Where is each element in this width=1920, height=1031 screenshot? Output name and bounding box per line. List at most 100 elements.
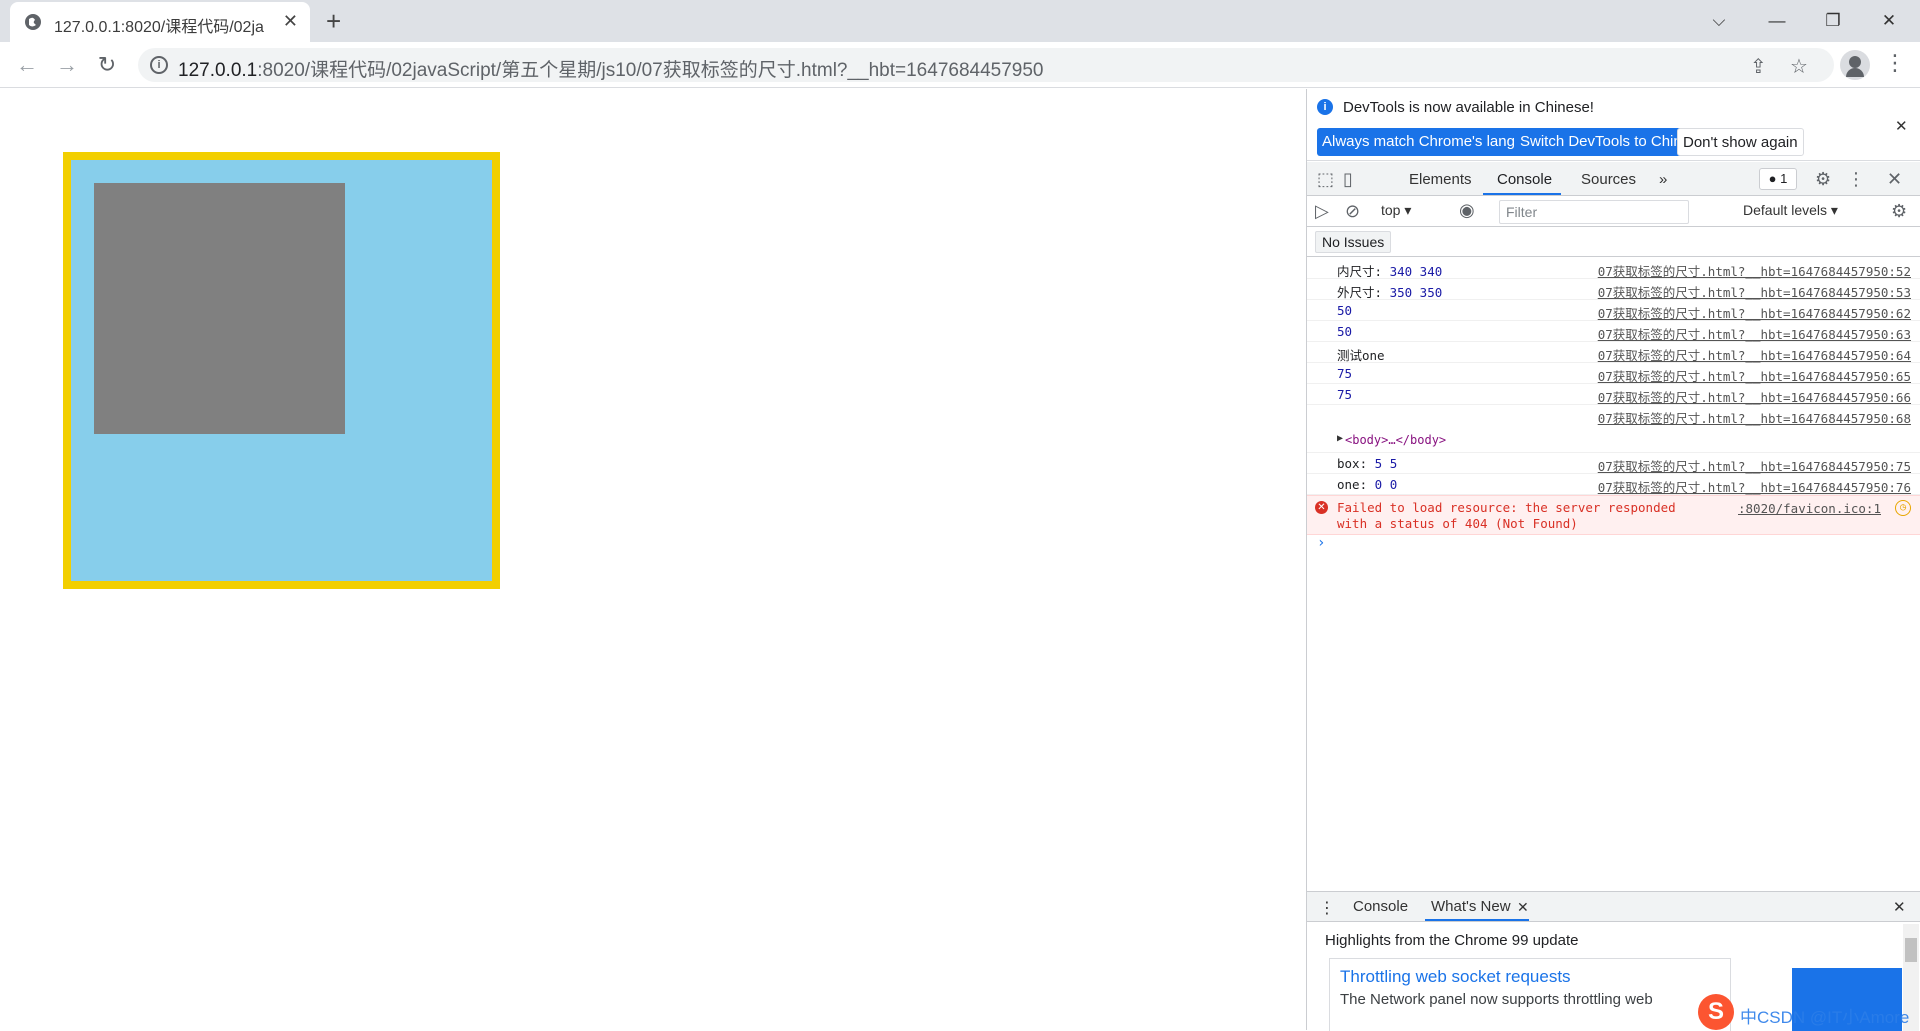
error-source-link[interactable]: :8020/favicon.ico:1 (1738, 501, 1881, 516)
share-icon[interactable]: ⇪ (1750, 54, 1767, 79)
message-value: 0 0 (1374, 477, 1398, 492)
url-host: 127.0.0.1 (178, 60, 258, 81)
scrollbar-thumb[interactable] (1905, 938, 1917, 962)
error-count-badge[interactable]: ● 1 (1759, 168, 1797, 190)
more-tabs-icon[interactable]: » (1659, 171, 1667, 188)
devtools-tabbar: ⬚ ▯ Elements Console Sources » ● 1 ⚙ ⋮ ✕ (1307, 162, 1920, 196)
whats-new-heading: Highlights from the Chrome 99 update (1325, 932, 1579, 949)
tab-elements[interactable]: Elements (1409, 171, 1472, 188)
device-toolbar-icon[interactable]: ▯ (1343, 169, 1353, 190)
message-label: box: (1337, 456, 1375, 471)
message-label: 外尺寸: (1337, 285, 1390, 300)
console-message: 内尺寸: 340 340 07获取标签的尺寸.html?__hbt=164768… (1307, 258, 1920, 279)
message-source-link[interactable]: 07获取标签的尺寸.html?__hbt=1647684457950:68 (1598, 408, 1911, 427)
console-message: 50 07获取标签的尺寸.html?__hbt=1647684457950:63 (1307, 321, 1920, 342)
address-bar[interactable]: i 127.0.0.1:8020/课程代码/02javaScript/第五个星期… (138, 48, 1834, 82)
bookmark-star-icon[interactable]: ☆ (1790, 54, 1808, 79)
console-message: box: 5 5 07获取标签的尺寸.html?__hbt=1647684457… (1307, 453, 1920, 474)
console-message: 外尺寸: 350 350 07获取标签的尺寸.html?__hbt=164768… (1307, 279, 1920, 300)
clear-console-icon[interactable]: ⊘ (1345, 201, 1360, 222)
close-window-button[interactable]: ✕ (1866, 6, 1912, 36)
console-filter-input[interactable]: Filter (1499, 200, 1689, 224)
console-messages: 内尺寸: 340 340 07获取标签的尺寸.html?__hbt=164768… (1307, 258, 1920, 557)
info-icon: i (1317, 99, 1333, 115)
console-message: one: 0 0 07获取标签的尺寸.html?__hbt=1647684457… (1307, 474, 1920, 495)
console-message: 75 07获取标签的尺寸.html?__hbt=1647684457950:65 (1307, 363, 1920, 384)
dont-show-again-button[interactable]: Don't show again (1677, 128, 1804, 156)
drawer-tab-console[interactable]: Console (1353, 898, 1408, 915)
console-sidebar-icon[interactable]: ▷ (1315, 201, 1329, 222)
message-label: 内尺寸: (1337, 264, 1390, 279)
message-source-link[interactable]: 07获取标签的尺寸.html?__hbt=1647684457950:52 (1598, 261, 1911, 280)
profile-avatar-icon[interactable] (1840, 50, 1870, 80)
message-value: 50 (1337, 303, 1353, 318)
news-title-link[interactable]: Throttling web socket requests (1340, 967, 1571, 987)
console-settings-gear-icon[interactable]: ⚙ (1891, 201, 1907, 222)
message-source-link[interactable]: 07获取标签的尺寸.html?__hbt=1647684457950:62 (1598, 303, 1911, 322)
console-dom-node[interactable]: ▶ <body>…</body> (1307, 426, 1920, 453)
site-info-icon[interactable]: i (150, 56, 168, 74)
maximize-button[interactable]: ❐ (1810, 6, 1856, 36)
message-source-link[interactable]: 07获取标签的尺寸.html?__hbt=1647684457950:66 (1598, 387, 1911, 406)
drawer-tab-whats-new[interactable]: What's New (1431, 898, 1511, 915)
message-value: 75 (1337, 387, 1353, 402)
message-source-link[interactable]: 07获取标签的尺寸.html?__hbt=1647684457950:65 (1598, 366, 1911, 385)
message-value: 75 (1337, 366, 1353, 381)
context-selector[interactable]: top ▾ (1381, 202, 1411, 219)
devtools-menu-icon[interactable]: ⋮ (1847, 169, 1865, 190)
error-icon: ✕ (1315, 501, 1328, 514)
console-message: 测试one 07获取标签的尺寸.html?__hbt=1647684457950… (1307, 342, 1920, 363)
infobar-message: DevTools is now available in Chinese! (1343, 99, 1594, 116)
devtools-panel: i DevTools is now available in Chinese! … (1306, 89, 1920, 1031)
whats-new-item[interactable]: Throttling web socket requests The Netwo… (1329, 958, 1731, 1031)
tab-close-icon[interactable]: ✕ (283, 11, 298, 32)
url-text[interactable]: 127.0.0.1:8020/课程代码/02javaScript/第五个星期/j… (178, 55, 1044, 82)
page-viewport (0, 89, 1306, 1030)
forward-arrow-icon[interactable]: → (52, 50, 82, 80)
minimize-button[interactable]: — (1754, 6, 1800, 36)
new-tab-button[interactable]: + (326, 6, 341, 36)
tab-sources[interactable]: Sources (1581, 171, 1636, 188)
insights-icon[interactable]: ◷ (1895, 500, 1911, 516)
live-expression-eye-icon[interactable]: ◉ (1459, 200, 1475, 221)
issues-row: No Issues (1307, 227, 1920, 257)
back-arrow-icon[interactable]: ← (12, 50, 42, 80)
outer-box (63, 152, 500, 589)
message-source-link[interactable]: 07获取标签的尺寸.html?__hbt=1647684457950:64 (1598, 345, 1911, 364)
url-path: :8020/课程代码/02javaScript/第五个星期/js10/07获取标… (257, 60, 1044, 81)
console-message: 75 07获取标签的尺寸.html?__hbt=1647684457950:66 (1307, 384, 1920, 405)
log-levels-dropdown[interactable]: Default levels ▾ (1743, 202, 1838, 219)
tab-title: 127.0.0.1:8020/课程代码/02ja (54, 19, 264, 36)
console-prompt-chevron-icon[interactable]: › (1317, 535, 1325, 551)
drawer-tab-close-icon[interactable]: ✕ (1517, 899, 1529, 916)
console-error-message: ✕ Failed to load resource: the server re… (1307, 495, 1920, 535)
body-node-text[interactable]: <body>…</body> (1345, 433, 1446, 447)
drawer-tabbar: ⋮ Console What's New ✕ ✕ (1307, 892, 1920, 922)
close-devtools-icon[interactable]: ✕ (1887, 169, 1902, 190)
close-drawer-icon[interactable]: ✕ (1893, 898, 1906, 916)
message-source-link[interactable]: 07获取标签的尺寸.html?__hbt=1647684457950:76 (1598, 477, 1911, 496)
no-issues-button[interactable]: No Issues (1315, 231, 1392, 253)
settings-gear-icon[interactable]: ⚙ (1815, 169, 1831, 190)
console-toolbar: ▷ ⊘ top ▾ ◉ Filter Default levels ▾ ⚙ (1307, 197, 1920, 227)
browser-menu-icon[interactable]: ⋮ (1884, 50, 1906, 76)
globe-icon (25, 14, 41, 30)
inspect-element-icon[interactable]: ⬚ (1317, 169, 1334, 190)
drawer-menu-icon[interactable]: ⋮ (1319, 898, 1335, 918)
message-label: one: (1337, 477, 1375, 492)
tab-search-icon[interactable]: ⌵ (1696, 6, 1742, 36)
devtools-language-infobar: i DevTools is now available in Chinese! … (1307, 89, 1920, 161)
console-message: 07获取标签的尺寸.html?__hbt=1647684457950:68 (1307, 405, 1920, 426)
message-source-link[interactable]: 07获取标签的尺寸.html?__hbt=1647684457950:75 (1598, 456, 1911, 475)
message-source-link[interactable]: 07获取标签的尺寸.html?__hbt=1647684457950:53 (1598, 282, 1911, 301)
news-description: The Network panel now supports throttlin… (1340, 991, 1653, 1008)
drawer-active-tab-indicator (1425, 919, 1529, 921)
browser-tab[interactable]: 127.0.0.1:8020/课程代码/02ja ✕ (10, 2, 310, 42)
reload-icon[interactable]: ↻ (92, 50, 122, 80)
message-source-link[interactable]: 07获取标签的尺寸.html?__hbt=1647684457950:63 (1598, 324, 1911, 343)
tab-console[interactable]: Console (1497, 171, 1552, 188)
console-message: 50 07获取标签的尺寸.html?__hbt=1647684457950:62 (1307, 300, 1920, 321)
console-prompt-row[interactable]: › (1307, 535, 1920, 557)
infobar-close-icon[interactable]: ✕ (1895, 117, 1908, 135)
expand-triangle-icon[interactable]: ▶ (1337, 433, 1343, 444)
